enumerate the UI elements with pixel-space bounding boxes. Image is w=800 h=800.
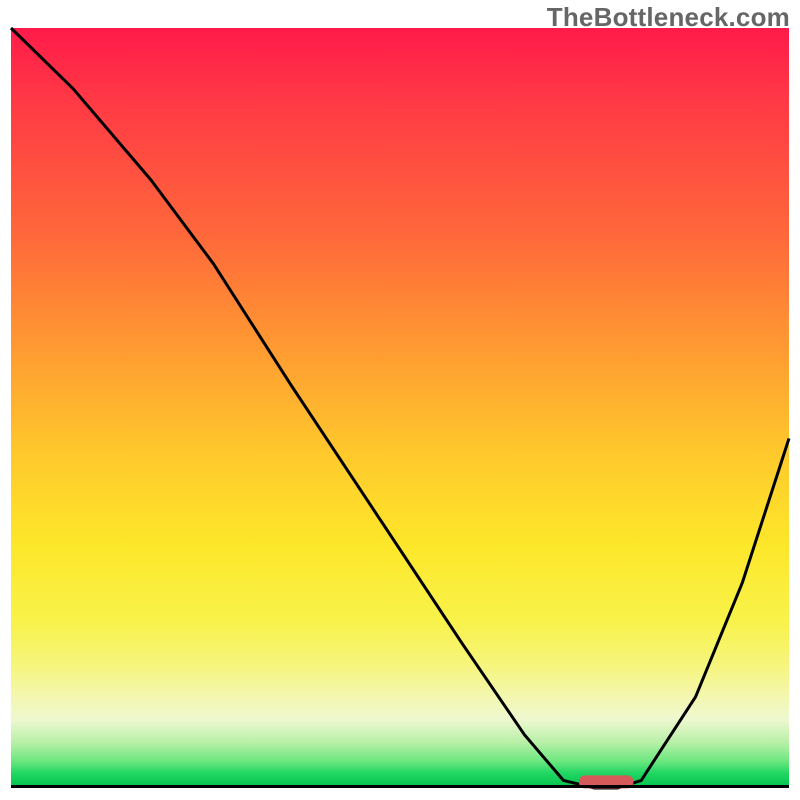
x-axis-baseline [11, 785, 789, 788]
curve-layer [11, 28, 789, 788]
bottleneck-curve [11, 28, 789, 788]
chart-stage: TheBottleneck.com [0, 0, 800, 800]
watermark-text: TheBottleneck.com [547, 2, 790, 33]
plot-area [11, 28, 789, 788]
